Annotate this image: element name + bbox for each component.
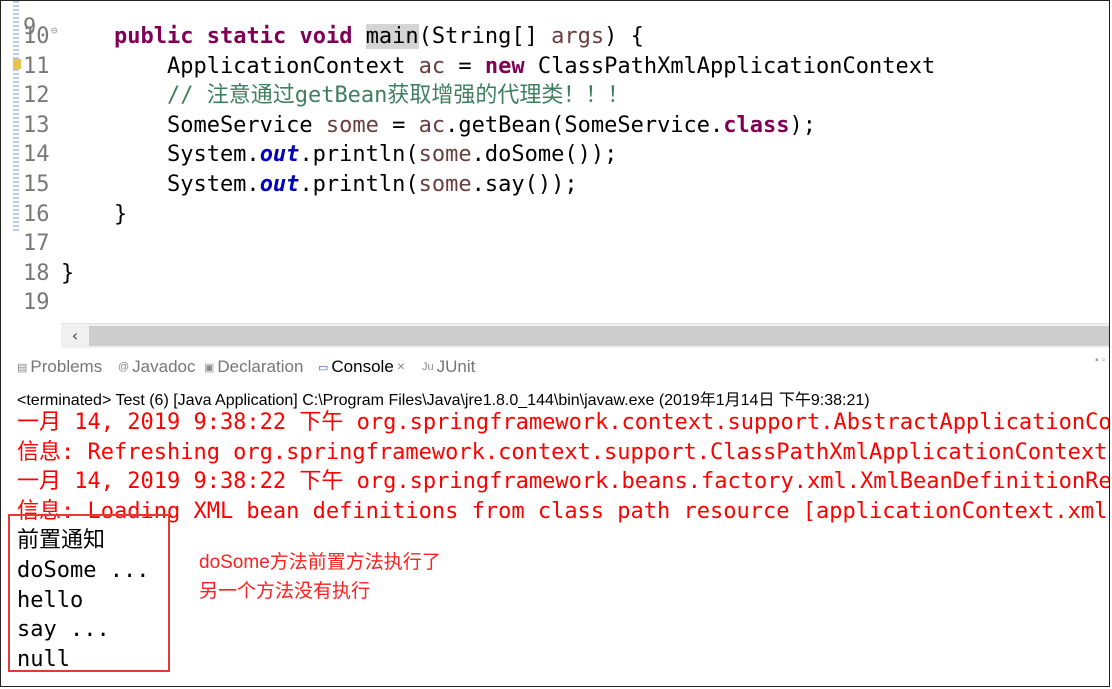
- console-icon: ▭: [318, 361, 329, 374]
- code-token: ac: [418, 112, 446, 138]
- declaration-icon: ▣: [204, 361, 215, 374]
- line-number: 19: [23, 290, 50, 316]
- code-token: // 注意通过getBean获取增强的代理类！！！: [166, 83, 630, 109]
- tab-label: Declaration: [217, 357, 304, 376]
- tab-problems[interactable]: ▤ Problems: [17, 357, 102, 377]
- code-editor[interactable]: 9 10 ⊖ public static void main(String[] a…: [1, 1, 1109, 348]
- console-log-line: 一月 14, 2019 9:38:22 下午 org.springframewo…: [17, 410, 1110, 435]
- tab-javadoc[interactable]: @ Javadoc: [118, 357, 196, 377]
- code-text: // 注意通过getBean获取增强的代理类！！！: [61, 81, 629, 111]
- console-log-line: 一月 14, 2019 9:38:22 下午 org.springframewo…: [17, 469, 1110, 495]
- code-token: ) {: [604, 24, 644, 49]
- code-token: System.: [61, 142, 260, 168]
- code-token: .say());: [471, 172, 578, 197]
- code-text: System.out.println(some.doSome());: [61, 140, 617, 170]
- scroll-left-icon[interactable]: ‹: [65, 326, 85, 346]
- code-text: ApplicationContext ac = new ClassPathXml…: [61, 52, 935, 82]
- junit-icon: Ju: [422, 361, 434, 373]
- code-text: public static void main(String[] args) {: [61, 22, 644, 52]
- console-log-line: 信息: Loading XML bean definitions from cl…: [17, 498, 1110, 524]
- problems-icon: ▤: [17, 361, 28, 374]
- tab-label: Problems: [30, 357, 103, 376]
- code-token: some: [325, 112, 379, 138]
- line-number: 17: [23, 231, 50, 257]
- code-token: =: [445, 53, 485, 79]
- views-tab-bar: ▤ Problems @ Javadoc ▣ Declaration ▭ Console ✕ Ju…: [1, 351, 1109, 381]
- code-token: public: [113, 24, 194, 49]
- code-token: main: [365, 24, 419, 49]
- line-number: 11: [23, 53, 50, 79]
- code-text: System.out.println(some.say());: [61, 170, 578, 200]
- code-token: .getBean(SomeService.: [445, 112, 724, 138]
- view-menu-icon[interactable]: ▪ ▫: [1095, 355, 1105, 366]
- editor-horizontal-scrollbar[interactable]: ‹: [61, 323, 1109, 348]
- annotation-text-line2: 另一个方法没有执行: [199, 581, 371, 602]
- annotation-text-line1: doSome方法前置方法执行了: [199, 552, 441, 573]
- code-line-partial: 9: [1, 1, 80, 40]
- console-process-header: <terminated> Test (6) [Java Application]…: [17, 392, 870, 409]
- code-token: .println(: [299, 172, 419, 197]
- line-number: 16: [23, 201, 50, 227]
- code-token: System.: [61, 172, 260, 197]
- code-token: =: [378, 112, 419, 138]
- tab-declaration[interactable]: ▣ Declaration: [204, 357, 303, 377]
- annotation-highlight-box: [8, 514, 170, 672]
- line-number: 12: [23, 83, 50, 109]
- tab-label: JUnit: [436, 357, 476, 376]
- code-token: .println(: [299, 142, 419, 168]
- code-text: }: [61, 259, 74, 289]
- code-token: out: [259, 142, 300, 168]
- screenshot-frame: 9 10 ⊖ public static void main(String[] a…: [0, 0, 1110, 687]
- tab-label: Javadoc: [132, 357, 196, 376]
- code-text: }: [61, 200, 127, 230]
- line-number: 13: [23, 112, 50, 138]
- tab-label: Console: [331, 357, 394, 376]
- code-token: }: [61, 201, 128, 227]
- tab-console[interactable]: ▭ Console ✕: [318, 357, 405, 377]
- code-token: args: [551, 24, 605, 49]
- close-icon[interactable]: ✕: [397, 362, 405, 373]
- code-token: ClassPathXmlApplicationContext: [524, 53, 936, 79]
- code-token: .doSome());: [471, 142, 618, 168]
- code-token: out: [259, 172, 300, 197]
- code-token: (String[]: [418, 24, 552, 49]
- code-token: void: [299, 24, 353, 49]
- javadoc-icon: @: [118, 361, 130, 373]
- scrollbar-thumb[interactable]: [89, 326, 1109, 346]
- code-text: SomeService some = ac.getBean(SomeServic…: [61, 111, 816, 141]
- fold-collapse-icon[interactable]: ⊖: [51, 16, 58, 46]
- console-log-line: 信息: Refreshing org.springframework.conte…: [17, 439, 1108, 465]
- line-number: 14: [23, 142, 50, 168]
- line-number: 15: [23, 172, 50, 197]
- code-token: new: [484, 53, 525, 79]
- code-token: some: [418, 172, 472, 197]
- code-token: SomeService: [61, 112, 326, 138]
- code-token: some: [418, 142, 472, 168]
- code-token: class: [723, 112, 790, 138]
- code-token: );: [789, 112, 817, 138]
- line-number: 18: [23, 260, 50, 286]
- code-token: static: [206, 24, 287, 49]
- code-token: }: [61, 260, 75, 286]
- code-token: ac: [418, 53, 446, 79]
- tab-junit[interactable]: Ju JUnit: [422, 357, 475, 377]
- code-token: ApplicationContext: [61, 53, 419, 79]
